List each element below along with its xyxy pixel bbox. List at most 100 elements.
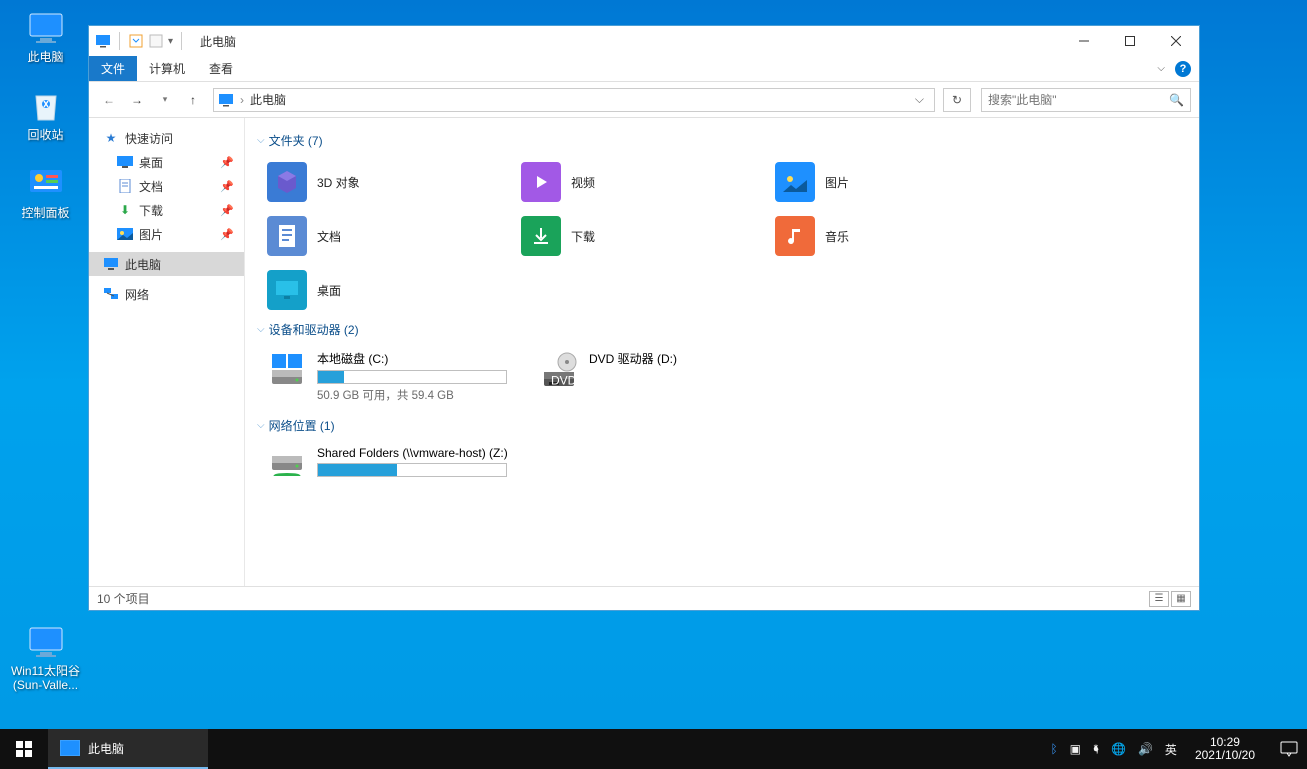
recent-dropdown[interactable]: ▾: [153, 88, 177, 112]
folder-documents[interactable]: 文档: [263, 211, 517, 261]
volume-icon[interactable]: 🔊: [1138, 742, 1153, 756]
help-icon[interactable]: ?: [1175, 61, 1191, 77]
chevron-down-icon: ⌵: [257, 324, 265, 335]
address-dropdown-icon[interactable]: ⌵: [909, 92, 930, 107]
desktop-icon-this-pc[interactable]: 此电脑: [8, 8, 83, 64]
cube-icon: [267, 162, 307, 202]
sidebar: ★ 快速访问 桌面 📌 文档 📌 ⬇ 下载 📌: [89, 118, 245, 586]
tile-label: 3D 对象: [317, 174, 360, 191]
desktop-icon-control-panel[interactable]: 控制面板: [8, 164, 83, 220]
video-icon: [521, 162, 561, 202]
sidebar-documents[interactable]: 文档 📌: [89, 174, 244, 198]
sidebar-quick-access[interactable]: ★ 快速访问: [89, 126, 244, 150]
qat-dropdown-icon[interactable]: ▾: [168, 36, 173, 47]
drive-c[interactable]: 本地磁盘 (C:) 50.9 GB 可用，共 59.4 GB: [263, 346, 517, 407]
search-input[interactable]: [988, 93, 1169, 107]
statusbar: 10 个项目 ☰ ▦: [89, 586, 1199, 610]
taskbar-item-explorer[interactable]: 此电脑: [48, 729, 208, 769]
menu-view[interactable]: 查看: [197, 56, 245, 81]
download-icon: [521, 216, 561, 256]
desktop-icon: [267, 270, 307, 310]
vm-tools-icon[interactable]: ▣: [1070, 742, 1081, 756]
sidebar-label: 此电脑: [125, 256, 161, 273]
document-icon: [117, 178, 133, 194]
control-panel-icon: [26, 164, 66, 204]
status-text: 10 个项目: [97, 590, 150, 607]
up-button[interactable]: ↑: [181, 88, 205, 112]
picture-icon: [117, 226, 133, 242]
sidebar-pictures[interactable]: 图片 📌: [89, 222, 244, 246]
bluetooth-icon[interactable]: ᛒ: [1050, 742, 1057, 756]
titlebar[interactable]: ▾ 此电脑: [89, 26, 1199, 56]
view-details-button[interactable]: ☰: [1149, 591, 1169, 607]
picture-icon: [775, 162, 815, 202]
sidebar-label: 文档: [139, 178, 163, 195]
desktop-icon-recycle-bin[interactable]: 回收站: [8, 86, 83, 142]
folder-music[interactable]: 音乐: [771, 211, 1025, 261]
sidebar-desktop[interactable]: 桌面 📌: [89, 150, 244, 174]
sidebar-label: 桌面: [139, 154, 163, 171]
drive-free-text: 50.9 GB 可用，共 59.4 GB: [317, 387, 513, 403]
pin-icon: 📌: [220, 228, 234, 241]
sidebar-network[interactable]: 网络: [89, 282, 244, 306]
maximize-button[interactable]: [1107, 26, 1153, 56]
address-bar[interactable]: › 此电脑 ⌵: [213, 88, 935, 112]
monitor-icon: [26, 622, 66, 662]
usb-icon[interactable]: 🖣: [1093, 742, 1099, 757]
section-network-location[interactable]: ⌵ 网络位置 (1): [257, 417, 1199, 434]
section-folders[interactable]: ⌵ 文件夹 (7): [257, 132, 1199, 149]
capacity-bar: [317, 370, 507, 384]
folder-pictures[interactable]: 图片: [771, 157, 1025, 207]
document-icon: [267, 216, 307, 256]
close-button[interactable]: [1153, 26, 1199, 56]
pin-icon: 📌: [220, 156, 234, 169]
recycle-bin-icon: [26, 86, 66, 126]
menu-file[interactable]: 文件: [89, 56, 137, 81]
search-box[interactable]: 🔍: [981, 88, 1191, 112]
back-button[interactable]: ←: [97, 88, 121, 112]
monitor-icon: [26, 8, 66, 48]
forward-button[interactable]: →: [125, 88, 149, 112]
desktop-icon-label: Win11太阳谷(Sun-Valle...: [8, 664, 83, 692]
menu-computer[interactable]: 计算机: [137, 56, 197, 81]
desktop: 此电脑 回收站 控制面板 Win11太阳谷(Sun-Valle...: [0, 0, 1307, 769]
desktop-icon-label: 控制面板: [21, 206, 69, 220]
pin-icon: 📌: [220, 204, 234, 217]
tile-label: 视频: [571, 174, 595, 191]
network-drive-z[interactable]: Shared Folders (\\vmware-host) (Z:): [263, 442, 517, 490]
monitor-icon: [60, 740, 80, 756]
drive-d-dvd[interactable]: DVD DVD 驱动器 (D:): [535, 346, 789, 407]
sidebar-downloads[interactable]: ⬇ 下载 📌: [89, 198, 244, 222]
sidebar-label: 下载: [139, 202, 163, 219]
network-icon[interactable]: 🌐: [1111, 742, 1126, 756]
folder-desktop[interactable]: 桌面: [263, 265, 517, 315]
system-tray: ᛒ ▣ 🖣 🌐 🔊 英 10:29 2021/10/20: [1040, 729, 1271, 769]
folder-downloads[interactable]: 下载: [517, 211, 771, 261]
download-icon: ⬇: [117, 202, 133, 218]
refresh-button[interactable]: ↻: [943, 88, 971, 112]
section-title: 网络位置 (1): [269, 417, 335, 434]
view-icons-button[interactable]: ▦: [1171, 591, 1191, 607]
folder-videos[interactable]: 视频: [517, 157, 771, 207]
ime-indicator[interactable]: 英: [1165, 741, 1177, 758]
search-icon[interactable]: 🔍: [1169, 93, 1184, 107]
section-devices[interactable]: ⌵ 设备和驱动器 (2): [257, 321, 1199, 338]
clock[interactable]: 10:29 2021/10/20: [1189, 736, 1261, 762]
music-icon: [775, 216, 815, 256]
properties-icon[interactable]: [128, 33, 144, 49]
action-center-button[interactable]: [1271, 729, 1307, 769]
folder-3d-objects[interactable]: 3D 对象: [263, 157, 517, 207]
minimize-button[interactable]: [1061, 26, 1107, 56]
star-icon: ★: [103, 130, 119, 146]
svg-text:DVD: DVD: [551, 374, 577, 388]
tile-label: 图片: [825, 174, 849, 191]
network-icon: [103, 286, 119, 302]
sidebar-this-pc[interactable]: 此电脑: [89, 252, 244, 276]
desktop-icon: [117, 154, 133, 170]
menu-label: 文件: [101, 60, 125, 77]
breadcrumb[interactable]: 此电脑: [250, 91, 286, 108]
start-button[interactable]: [0, 729, 48, 769]
desktop-icon-win11-sunvalley[interactable]: Win11太阳谷(Sun-Valle...: [8, 622, 83, 692]
ribbon-toggle-icon[interactable]: ⌵: [1157, 63, 1165, 74]
qat-item-icon[interactable]: [148, 33, 164, 49]
